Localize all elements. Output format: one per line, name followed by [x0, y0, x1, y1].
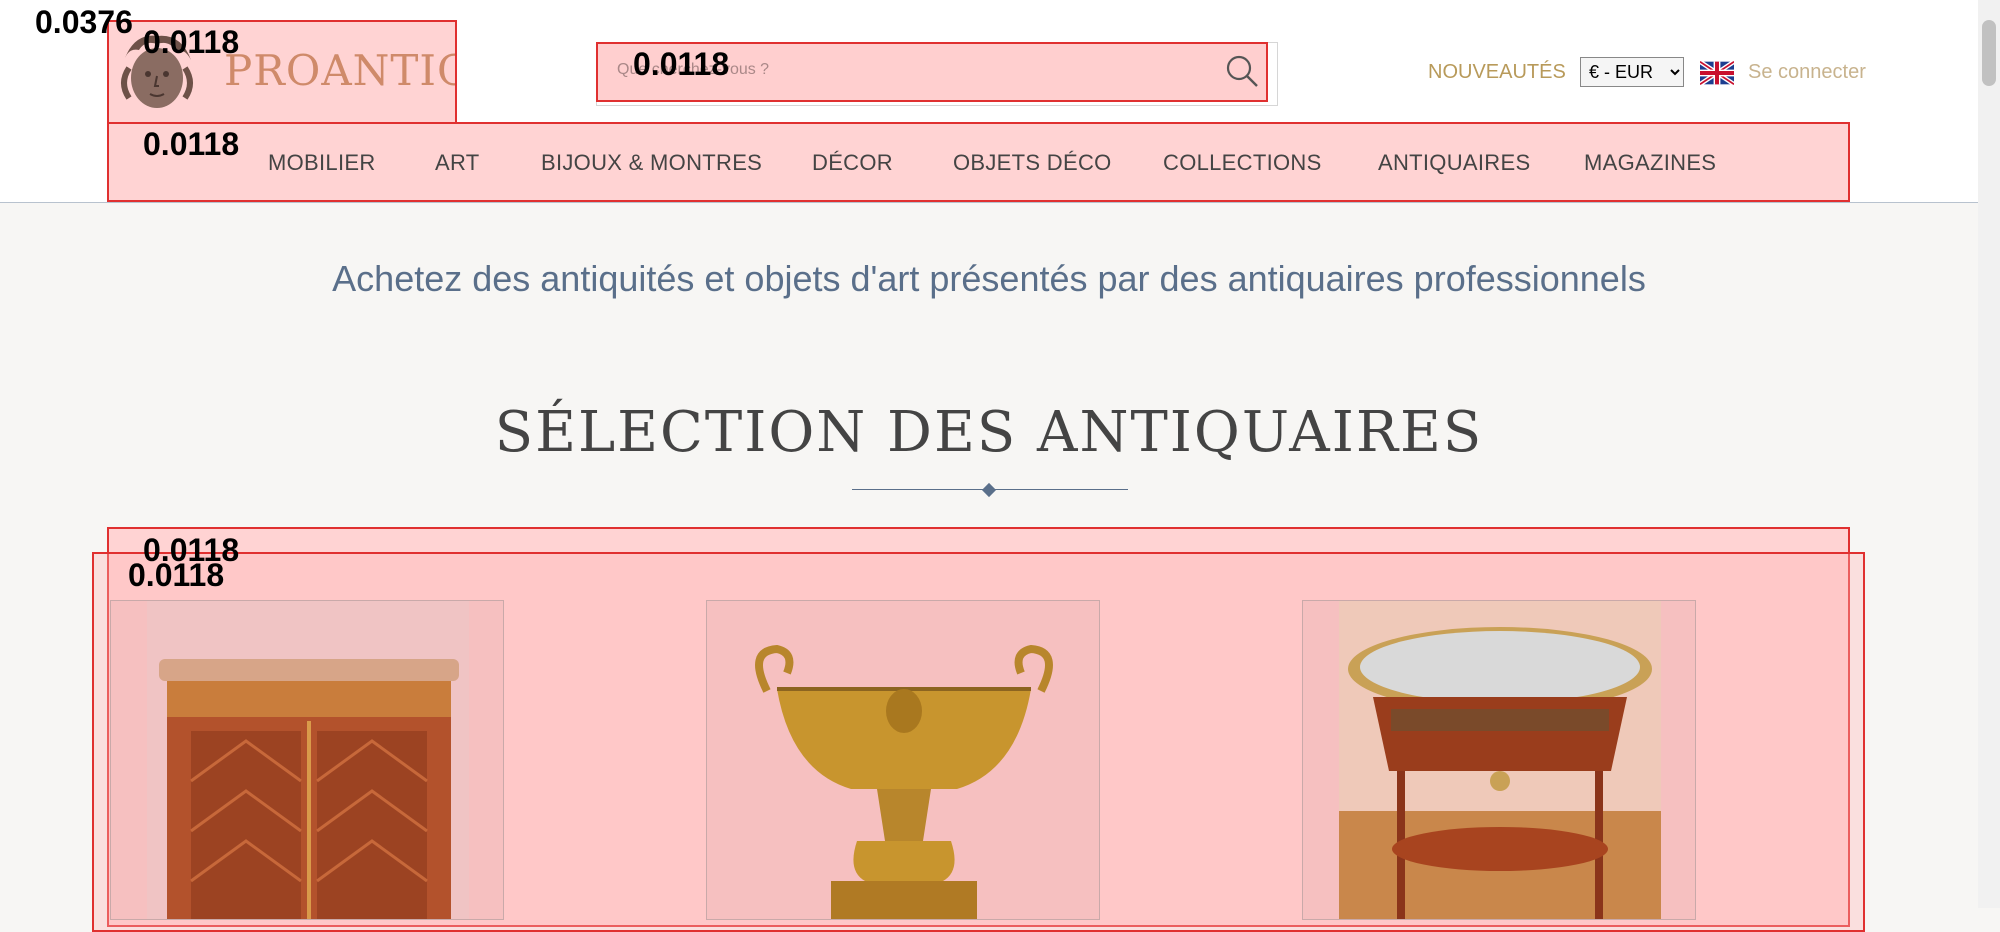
- overlay-label: 0.0118: [143, 24, 240, 60]
- nav-item-magazines[interactable]: MAGAZINES: [1584, 150, 1716, 176]
- nav-item-collections[interactable]: COLLECTIONS: [1163, 150, 1322, 176]
- new-arrivals-link[interactable]: NOUVEAUTÉS: [1428, 61, 1566, 84]
- nav-item-art[interactable]: ART: [435, 150, 480, 176]
- oval-marble-side-table-image: [1303, 601, 1695, 919]
- currency-select[interactable]: € - EUR: [1580, 57, 1684, 87]
- nav-item-decor[interactable]: DÉCOR: [812, 150, 893, 176]
- gilt-bronze-jardiniere-image: [707, 601, 1099, 919]
- nav-item-antiquaires[interactable]: ANTIQUAIRES: [1378, 150, 1530, 176]
- product-card[interactable]: [1302, 600, 1696, 920]
- nav-item-bijoux-montres[interactable]: BIJOUX & MONTRES: [541, 150, 762, 176]
- overlay-label: 0.0118: [633, 46, 730, 82]
- product-card[interactable]: [110, 600, 504, 920]
- nav-item-objets-deco[interactable]: OBJETS DÉCO: [953, 150, 1112, 176]
- product-card[interactable]: [706, 600, 1100, 920]
- overlay-label: 0.0118: [143, 126, 240, 162]
- login-link[interactable]: Se connecter: [1748, 61, 1866, 84]
- logo-text: PROANTIC: [224, 46, 457, 95]
- scrollbar-thumb[interactable]: [1982, 20, 1996, 86]
- tagline: Achetez des antiquités et objets d'art p…: [332, 258, 1646, 299]
- divider-diamond-icon: [981, 482, 997, 498]
- uk-flag-icon[interactable]: [1700, 60, 1734, 86]
- nav-item-mobilier[interactable]: MOBILIER: [268, 150, 376, 176]
- section-title: SÉLECTION DES ANTIQUAIRES: [494, 400, 1484, 465]
- marquetry-cabinet-image: [147, 601, 469, 919]
- search-icon[interactable]: [1224, 53, 1260, 89]
- page-scrollbar[interactable]: [1978, 0, 2000, 908]
- overlay-label: 0.0118: [128, 557, 225, 593]
- overlay-label: 0.0376: [35, 4, 133, 40]
